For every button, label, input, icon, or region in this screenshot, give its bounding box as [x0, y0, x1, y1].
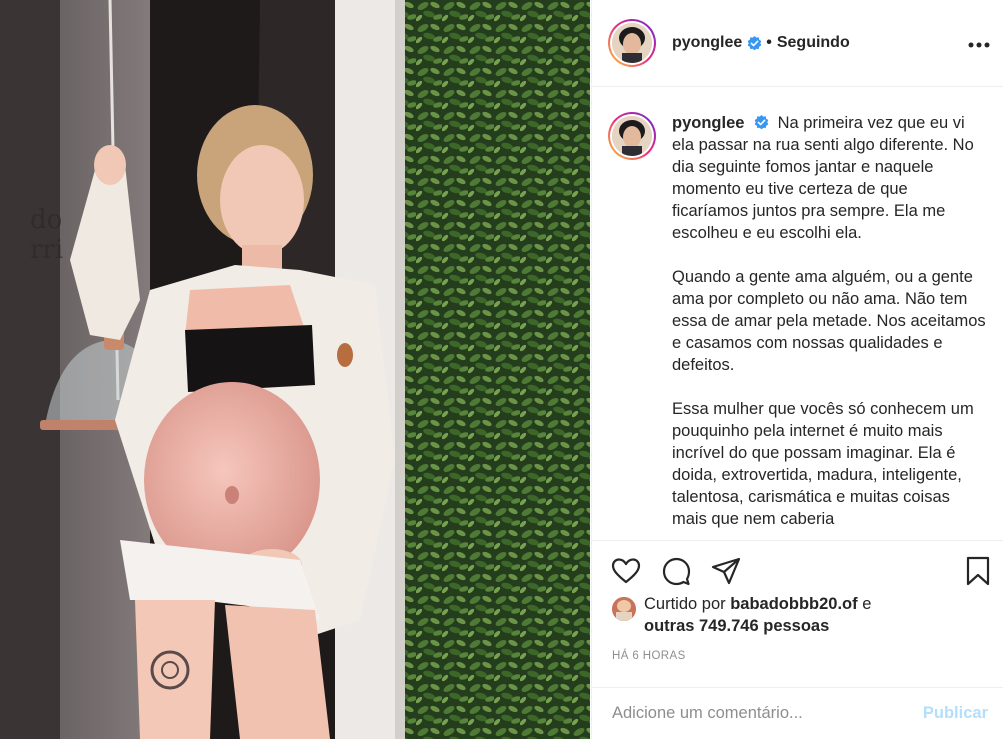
- verified-badge-icon: [747, 35, 762, 51]
- caption-paragraph-3: Essa mulher que vocês só conhecem um pou…: [672, 400, 974, 528]
- likes-conjunction: e: [857, 595, 872, 613]
- likes-others-count[interactable]: outras 749.746 pessoas: [644, 617, 829, 635]
- post-photo[interactable]: do rri: [0, 0, 590, 739]
- more-options-icon[interactable]: [968, 30, 990, 52]
- header-separator: •: [766, 34, 772, 51]
- caption-paragraph-2: Quando a gente ama alguém, ou a gente am…: [672, 268, 986, 374]
- post-details-panel: pyonglee • Seguindo pyonglee Na primeira…: [591, 0, 1003, 739]
- svg-text:rri: rri: [30, 235, 63, 265]
- heart-icon[interactable]: [610, 555, 642, 587]
- caption-author-avatar[interactable]: [608, 112, 656, 160]
- action-bar: [592, 540, 1003, 596]
- likes-summary: Curtido por babadobbb20.of e outras 749.…: [612, 593, 992, 637]
- author-username[interactable]: pyonglee: [672, 34, 742, 52]
- likes-prefix: Curtido por: [644, 595, 731, 613]
- caption-text: pyonglee Na primeira vez que eu vi ela p…: [672, 112, 988, 540]
- caption-paragraph: pyonglee Na primeira vez que eu vi ela p…: [672, 112, 988, 244]
- liker-avatar[interactable]: [612, 597, 636, 621]
- svg-text:do: do: [30, 205, 62, 235]
- bookmark-icon[interactable]: [962, 555, 994, 587]
- verified-badge-icon: [754, 114, 769, 130]
- caption-paragraph-1: Na primeira vez que eu vi ela passar na …: [672, 114, 974, 242]
- comment-icon[interactable]: [660, 555, 692, 587]
- follow-status-button[interactable]: Seguindo: [777, 34, 850, 52]
- publish-button[interactable]: Publicar: [923, 704, 988, 723]
- post-header: pyonglee • Seguindo: [592, 0, 1003, 87]
- post-caption: pyonglee Na primeira vez que eu vi ela p…: [592, 88, 1003, 540]
- post-image: do rri: [0, 0, 590, 739]
- paper-plane-icon[interactable]: [710, 555, 742, 587]
- liker-username[interactable]: babadobbb20.of: [730, 595, 857, 613]
- comment-bar: Publicar: [592, 687, 1003, 739]
- comment-input[interactable]: [612, 704, 923, 723]
- author-avatar[interactable]: [608, 19, 656, 67]
- caption-username[interactable]: pyonglee: [672, 114, 744, 132]
- post-timestamp[interactable]: HÁ 6 HORAS: [612, 650, 686, 662]
